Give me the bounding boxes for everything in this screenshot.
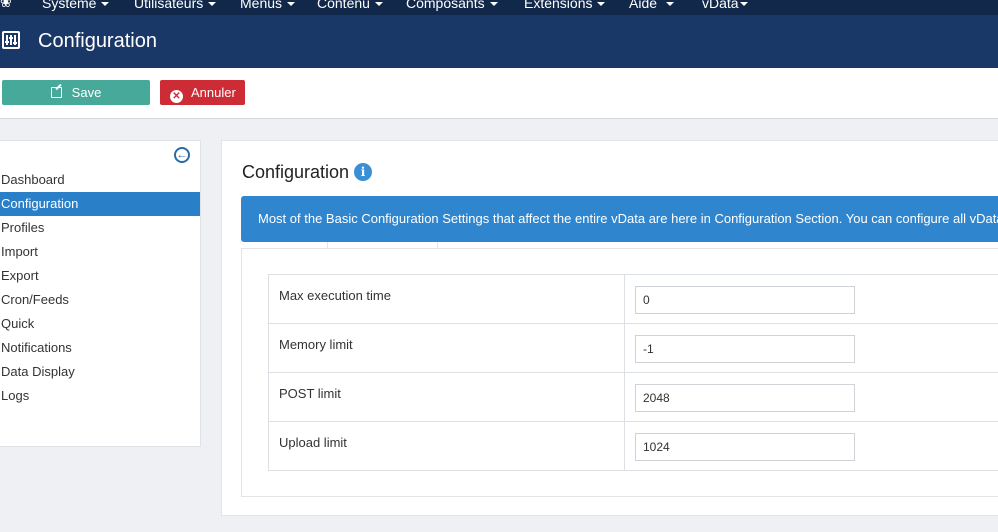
caret-down-icon	[597, 2, 606, 7]
menu-label: Extensions	[524, 0, 593, 11]
caret-down-icon	[287, 2, 296, 7]
cancel-label: Annuler	[191, 85, 236, 100]
edit-icon	[50, 87, 62, 98]
caret-down-icon	[666, 2, 675, 7]
setting-value-cell	[624, 421, 998, 471]
sidebar-item-quick[interactable]: Quick	[0, 312, 200, 336]
setting-label: Memory limit	[268, 323, 625, 373]
cancel-button[interactable]: ✕ Annuler	[160, 80, 245, 105]
main-panel: Configuration i Most of the Basic Config…	[221, 140, 998, 516]
menu-contenu[interactable]: Contenu	[317, 0, 383, 11]
save-label: Save	[71, 85, 102, 100]
menu-label: Aide	[629, 0, 658, 11]
caret-down-icon	[489, 2, 498, 7]
max-execution-time-input[interactable]	[635, 286, 855, 314]
joomla-logo-icon[interactable]: ❀	[0, 0, 20, 12]
toolbar: Save ✕ Annuler	[0, 68, 998, 119]
caret-down-icon	[374, 2, 383, 7]
sidebar-item-dashboard[interactable]: Dashboard	[0, 168, 200, 192]
menu-aide[interactable]: Aide	[629, 0, 675, 11]
table-row: Max execution time	[268, 274, 998, 324]
sidebar-item-profiles[interactable]: Profiles	[0, 216, 200, 240]
sidebar-item-logs[interactable]: Logs	[0, 384, 200, 408]
menu-menus[interactable]: Menus	[240, 0, 296, 11]
setting-value-cell	[624, 323, 998, 373]
setting-label: Upload limit	[268, 421, 625, 471]
upload-limit-input[interactable]	[635, 433, 855, 461]
sidebar: ← Dashboard Configuration Profiles Impor…	[0, 140, 201, 447]
sidebar-item-export[interactable]: Export	[0, 264, 200, 288]
menu-label: Contenu	[317, 0, 370, 11]
info-icon[interactable]: i	[354, 163, 372, 181]
page-header: Configuration	[0, 15, 998, 68]
menu-label: Système	[42, 0, 97, 11]
menu-utilisateurs[interactable]: Utilisateurs	[134, 0, 217, 11]
sliders-icon	[2, 31, 20, 49]
sidebar-item-configuration[interactable]: Configuration	[0, 192, 200, 216]
section-title: Configuration	[242, 162, 350, 182]
sidebar-item-notifications[interactable]: Notifications	[0, 336, 200, 360]
save-button[interactable]: Save	[2, 80, 150, 105]
menu-label: vData	[702, 0, 739, 11]
caret-down-icon	[739, 2, 748, 7]
menu-vdata[interactable]: vData	[702, 0, 748, 11]
setting-label: POST limit	[268, 372, 625, 422]
sidebar-item-import[interactable]: Import	[0, 240, 200, 264]
post-limit-input[interactable]	[635, 384, 855, 412]
page-title: Configuration	[38, 30, 157, 52]
menu-label: Menus	[240, 0, 283, 11]
menu-composants[interactable]: Composants	[406, 0, 498, 11]
caret-down-icon	[101, 2, 110, 7]
table-row: POST limit	[268, 372, 998, 422]
info-alert: Most of the Basic Configuration Settings…	[241, 196, 998, 242]
menu-extensions[interactable]: Extensions	[524, 0, 606, 11]
memory-limit-input[interactable]	[635, 335, 855, 363]
sidebar-item-data-display[interactable]: Data Display	[0, 360, 200, 384]
collapse-sidebar-icon[interactable]: ←	[174, 147, 190, 163]
table-row: Memory limit	[268, 323, 998, 373]
setting-label: Max execution time	[268, 274, 625, 324]
menu-label: Utilisateurs	[134, 0, 204, 11]
settings-table: Max execution time Memory limit POST lim…	[268, 274, 998, 471]
menu-label: Composants	[406, 0, 485, 11]
sidebar-menu: Dashboard Configuration Profiles Import …	[0, 168, 200, 408]
setting-value-cell	[624, 274, 998, 324]
caret-down-icon	[208, 2, 217, 7]
close-circle-icon: ✕	[170, 90, 183, 103]
table-row: Upload limit	[268, 421, 998, 471]
menu-systeme[interactable]: Système	[42, 0, 110, 11]
setting-value-cell	[624, 372, 998, 422]
sidebar-item-cron-feeds[interactable]: Cron/Feeds	[0, 288, 200, 312]
top-menu-bar: ❀ Système Utilisateurs Menus Contenu Com…	[0, 0, 998, 15]
tab-content: Max execution time Memory limit POST lim…	[241, 248, 998, 497]
